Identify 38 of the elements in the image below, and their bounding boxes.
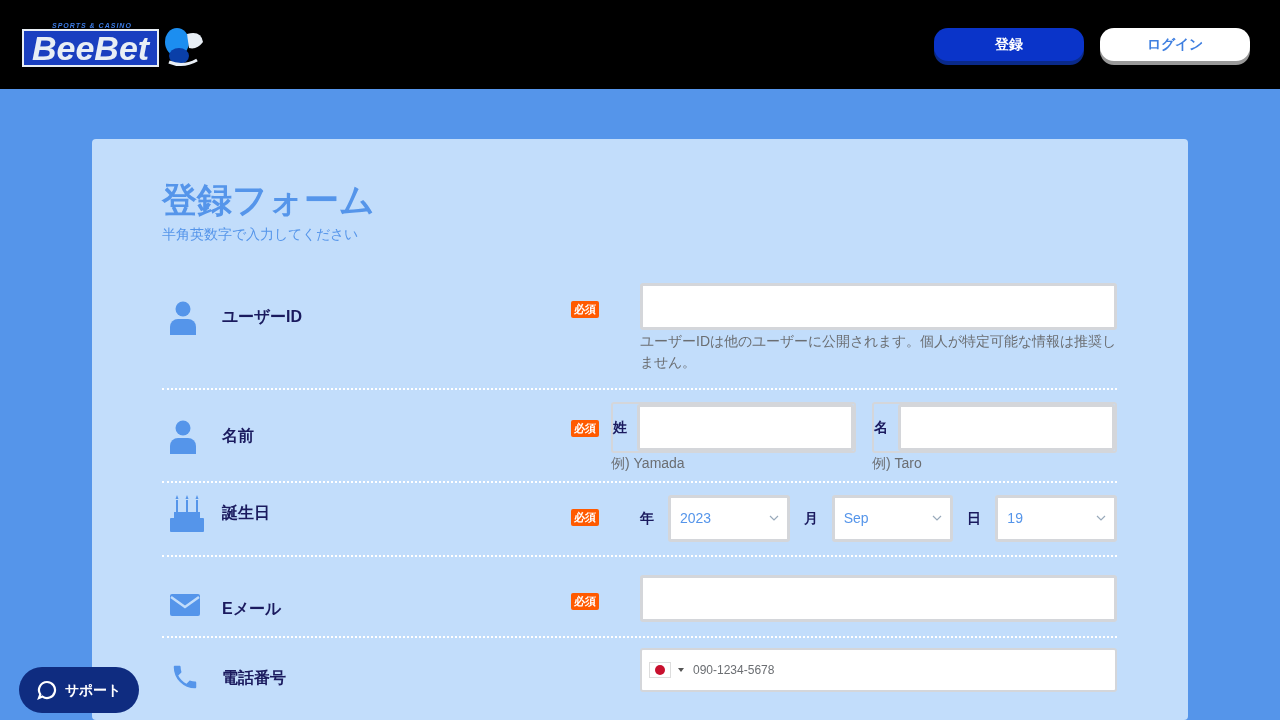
required-tag: 必須	[571, 508, 599, 526]
caret-icon[interactable]	[678, 667, 684, 672]
chevron-down-icon	[932, 515, 943, 522]
select-field[interactable]: 2023	[668, 494, 790, 542]
person-icon	[170, 300, 196, 335]
chat-icon	[37, 680, 57, 700]
field-label: 年	[640, 508, 654, 528]
birthday-cake-icon	[170, 494, 204, 533]
input-field[interactable]	[640, 282, 1117, 330]
field-label: Eメール	[222, 598, 282, 619]
hint-text: 例) Taro	[872, 453, 923, 473]
field-label: ユーザーID	[222, 306, 303, 327]
flag-icon[interactable]	[649, 661, 671, 678]
person-icon	[170, 419, 196, 454]
hint-text: 例) Yamada	[611, 453, 686, 473]
support-button[interactable]: サポート	[19, 667, 139, 713]
form-subtitle: 半角英数字で入力してください	[162, 224, 359, 244]
chevron-down-icon	[1096, 515, 1106, 522]
field-label: 姓	[613, 417, 628, 437]
mail-icon	[170, 594, 200, 617]
required-tag: 必須	[571, 300, 599, 318]
input-field[interactable]	[640, 574, 1117, 622]
field-label: 電話番号	[222, 667, 287, 688]
required-tag: 必須	[571, 419, 599, 438]
select-field[interactable]: Sep	[831, 494, 954, 542]
field-label: 名前	[222, 425, 255, 446]
field-label: 日	[967, 508, 982, 528]
required-tag: 必須	[571, 592, 599, 610]
field-label: 名	[874, 417, 889, 437]
select-field[interactable]: 19	[995, 494, 1117, 542]
help-text: ユーザーIDは他のユーザーに公開されます。個人が特定可能な情報は推奨しません。	[640, 331, 1117, 373]
field-label: 月	[803, 508, 818, 528]
chevron-down-icon	[768, 515, 779, 522]
input-field[interactable]	[898, 403, 1115, 451]
field-label: 誕生日	[222, 502, 271, 523]
phone-field[interactable]: 090-1234-5678	[640, 647, 1117, 692]
input-field[interactable]	[637, 403, 854, 451]
form-title: 登録フォーム	[162, 181, 376, 220]
